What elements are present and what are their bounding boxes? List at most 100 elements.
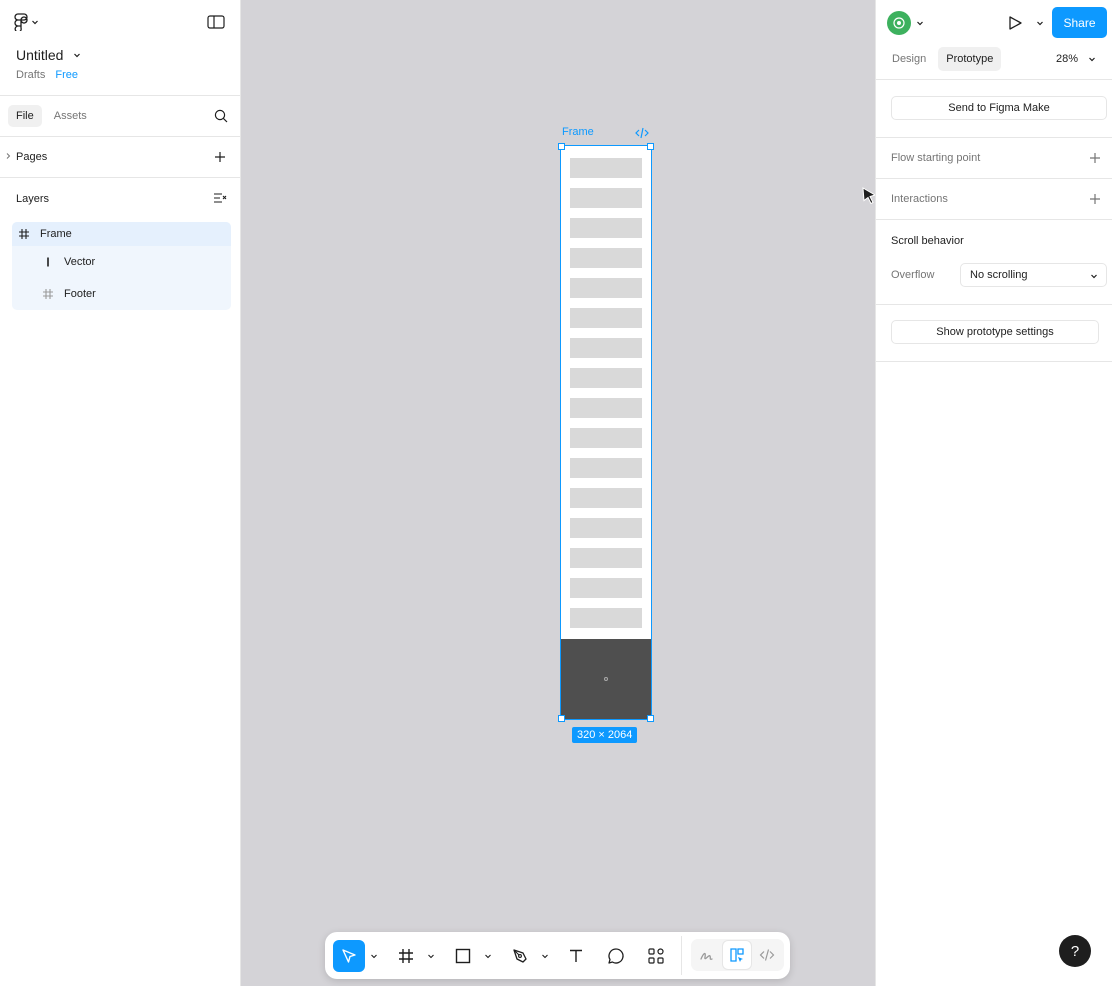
text-tool-button[interactable] — [565, 940, 587, 972]
tab-file[interactable]: File — [8, 105, 42, 127]
frame-tool-button[interactable] — [395, 940, 417, 972]
move-tool-button[interactable] — [333, 940, 365, 972]
flow-starting-point-label: Flow starting point — [891, 152, 981, 164]
share-button[interactable]: Share — [1052, 7, 1107, 38]
chevron-down-icon — [74, 53, 81, 58]
right-panel: Share Design Prototype 28% Send to Figma… — [875, 0, 1112, 986]
actions-tool-button[interactable] — [645, 940, 667, 972]
scroll-behavior-title: Scroll behavior — [891, 235, 964, 247]
resize-handle-bottom-left[interactable] — [558, 715, 565, 722]
placeholder-row — [570, 338, 642, 358]
avatar[interactable] — [887, 11, 911, 35]
frame-icon — [17, 227, 31, 241]
resize-handle-top-right[interactable] — [647, 143, 654, 150]
overflow-value: No scrolling — [970, 269, 1028, 281]
placeholder-row — [570, 458, 642, 478]
frame-artboard[interactable] — [560, 145, 652, 720]
add-page-icon[interactable] — [214, 151, 226, 163]
sidebar-icon — [207, 15, 225, 29]
make-section: Send to Figma Make — [876, 80, 1112, 138]
figma-logo-icon — [14, 13, 28, 31]
send-to-figma-make-button[interactable]: Send to Figma Make — [891, 96, 1107, 120]
pen-icon — [513, 949, 527, 963]
search-icon — [214, 109, 228, 123]
layer-name: Footer — [64, 288, 96, 300]
text-icon — [570, 949, 582, 962]
help-button[interactable]: ? — [1059, 935, 1091, 967]
left-panel: Untitled Drafts Free File Assets Pages L… — [0, 0, 241, 986]
placeholder-row — [570, 428, 642, 448]
placeholder-row — [570, 158, 642, 178]
right-header: Share Design Prototype 28% — [876, 0, 1112, 80]
placeholder-row — [570, 518, 642, 538]
frame-hash-icon — [399, 949, 413, 963]
collapse-layers-icon[interactable] — [213, 192, 227, 204]
actions-grid-icon — [648, 948, 664, 964]
cursor-arrow-icon — [342, 949, 356, 963]
zoom-control[interactable]: 28% — [1056, 53, 1096, 65]
draw-mode-button[interactable] — [693, 941, 721, 969]
main-menu-button[interactable] — [14, 13, 39, 31]
file-location[interactable]: Drafts — [16, 69, 45, 81]
search-button[interactable] — [214, 109, 228, 126]
resize-handle-bottom-right[interactable] — [647, 715, 654, 722]
vector-icon — [41, 255, 55, 269]
dev-mode-button[interactable] — [753, 941, 781, 969]
design-mode-button[interactable] — [723, 941, 751, 969]
layer-name: Frame — [40, 228, 72, 240]
placeholder-row — [570, 218, 642, 238]
rectangle-icon — [455, 948, 471, 964]
plan-badge[interactable]: Free — [55, 69, 78, 81]
footer-layer[interactable] — [561, 639, 651, 719]
present-play-icon[interactable] — [1007, 15, 1023, 31]
placeholder-row — [570, 548, 642, 568]
file-meta: Drafts Free — [16, 69, 78, 81]
chevron-down-icon[interactable] — [370, 952, 378, 960]
mode-tabs: Design Prototype — [884, 47, 1002, 71]
chevron-down-icon[interactable] — [427, 952, 435, 960]
tab-design[interactable]: Design — [884, 47, 934, 71]
placeholder-row — [570, 578, 642, 598]
toolbar-divider — [681, 936, 682, 975]
file-title-text: Untitled — [16, 47, 64, 63]
chevron-down-icon[interactable] — [916, 19, 924, 27]
zoom-value: 28% — [1056, 53, 1079, 65]
interactions-label: Interactions — [891, 193, 948, 205]
placeholder-row — [570, 608, 642, 628]
add-interaction-icon[interactable] — [1089, 193, 1101, 205]
toggle-sidebar-button[interactable] — [207, 15, 225, 32]
chevron-down-icon — [1091, 274, 1097, 279]
pen-tool-button[interactable] — [509, 940, 531, 972]
bottom-toolbar — [325, 932, 790, 979]
canvas[interactable]: Frame 320 × 2064 — [241, 0, 876, 986]
add-flow-icon[interactable] — [1089, 152, 1101, 164]
file-header: Untitled Drafts Free — [0, 0, 240, 96]
placeholder-row — [570, 488, 642, 508]
pages-section[interactable]: Pages — [0, 137, 240, 178]
file-tabs: File Assets — [0, 96, 240, 137]
overflow-select[interactable]: No scrolling — [960, 263, 1107, 287]
dev-mode-code-icon — [759, 949, 775, 961]
rectangle-tool-button[interactable] — [452, 940, 474, 972]
layers-label: Layers — [16, 192, 50, 205]
interactions-section: Interactions — [876, 179, 1112, 220]
layer-name: Vector — [64, 256, 96, 268]
chevron-down-icon[interactable] — [1036, 19, 1044, 27]
file-title[interactable]: Untitled — [16, 47, 81, 63]
layer-row-footer[interactable]: Footer — [12, 278, 231, 310]
resize-handle-top-left[interactable] — [558, 143, 565, 150]
chevron-down-icon[interactable] — [541, 952, 549, 960]
tab-assets[interactable]: Assets — [46, 105, 95, 127]
chevron-down-icon[interactable] — [484, 952, 492, 960]
code-icon[interactable] — [635, 127, 649, 139]
layer-row-vector[interactable]: Vector — [12, 246, 231, 278]
tab-prototype[interactable]: Prototype — [938, 47, 1002, 71]
layer-row-frame[interactable]: Frame — [12, 222, 231, 246]
draw-icon — [700, 952, 713, 960]
size-badge: 320 × 2064 — [572, 727, 638, 743]
frame-label[interactable]: Frame — [562, 126, 594, 138]
mode-switcher — [691, 939, 784, 971]
vector-point — [604, 677, 608, 681]
show-prototype-settings-button[interactable]: Show prototype settings — [891, 320, 1099, 344]
comment-tool-button[interactable] — [605, 940, 627, 972]
